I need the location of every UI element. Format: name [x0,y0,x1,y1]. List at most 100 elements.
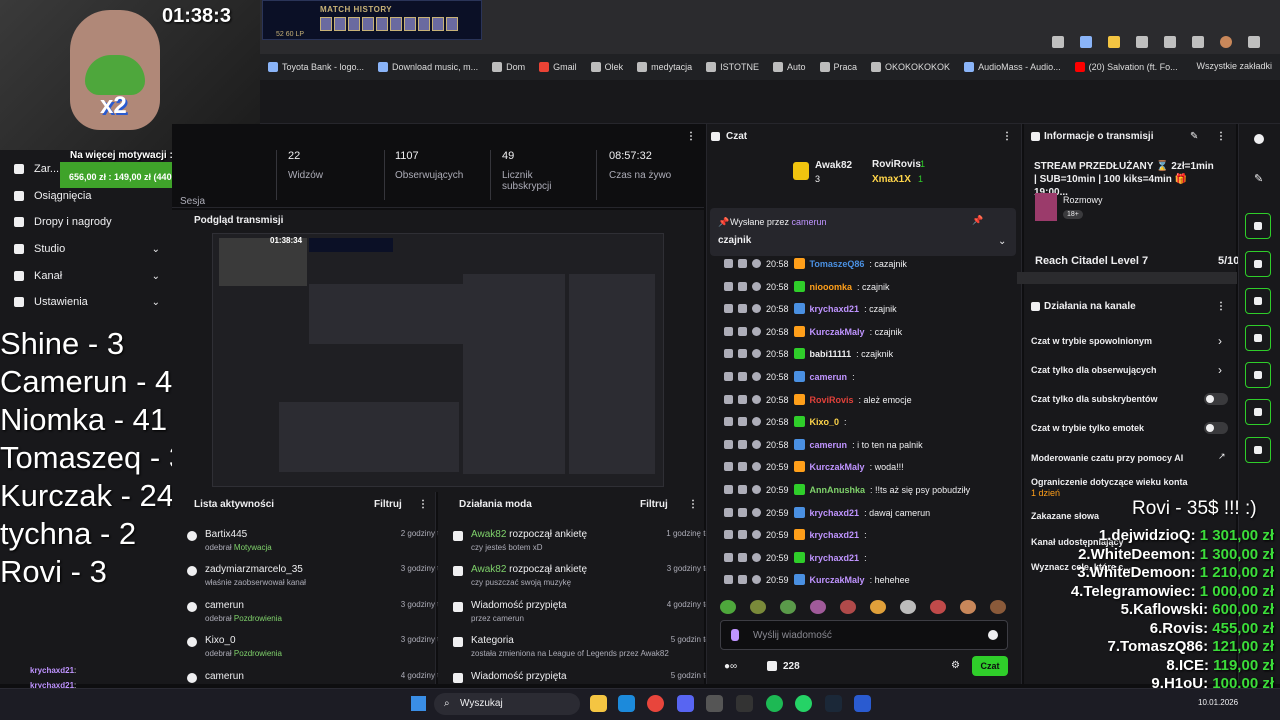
chat-username[interactable]: Kixo_0 [810,417,840,427]
emote-icon[interactable] [840,600,856,614]
app-icon[interactable] [706,695,723,712]
chat-username[interactable]: krychaxd21 [810,553,860,563]
quick-action-raid[interactable] [1245,251,1271,277]
bookmark[interactable]: (20) Salvation (ft. Fo... [1074,62,1178,72]
chat-message[interactable]: 20:58 niooomka: czajnik [724,281,890,292]
ban-icon[interactable] [752,575,761,584]
delete-message-icon[interactable] [724,327,733,336]
discord-icon[interactable] [677,695,694,712]
ban-icon[interactable] [752,462,761,471]
taskbar-search[interactable] [434,693,580,715]
timeout-icon[interactable] [738,575,747,584]
emote-icon[interactable] [870,600,886,614]
chat-username[interactable]: KurczakMaly [810,327,865,337]
ban-icon[interactable] [752,282,761,291]
ban-icon[interactable] [752,530,761,539]
ban-icon[interactable] [752,372,761,381]
sidebar-item-drops[interactable]: Dropy i nagrody [14,216,160,228]
emote-icon[interactable] [720,600,736,614]
activity-item[interactable]: camerun 4 godziny temu [187,671,455,683]
ban-icon[interactable] [752,485,761,494]
quick-action-tools[interactable] [1245,437,1271,463]
chat-message[interactable]: 20:58 TomaszeQ86: cazajnik [724,258,907,269]
stream-category[interactable]: Rozmowy [1063,195,1103,205]
chat-username[interactable]: KurczakMaly [810,575,865,585]
ban-icon[interactable] [752,395,761,404]
sidebar-item-studio[interactable]: Studio ⌄ [14,243,160,255]
chat-username[interactable]: RoviRovis [810,395,854,405]
stats-menu-icon[interactable]: ⋮ [686,131,696,142]
app-icon[interactable] [854,695,871,712]
playlist-icon[interactable] [1164,36,1176,48]
chat-username[interactable]: krychaxd21 [810,304,860,314]
chat-username[interactable]: KurczakMaly [810,462,865,472]
ai-moderation-setting[interactable]: Moderowanie czatu przy pomocy AI [1031,453,1183,463]
delete-message-icon[interactable] [724,349,733,358]
chat-username[interactable]: camerun [810,440,848,450]
channel-points[interactable]: 228 [783,661,800,672]
eye-off-icon[interactable] [1052,36,1064,48]
chat-username[interactable]: niooomka [810,282,853,292]
bookmark[interactable]: Toyota Bank - logo... [268,62,364,72]
chat-menu-icon[interactable]: ⋮ [1002,131,1012,142]
delete-message-icon[interactable] [724,553,733,562]
bookmark[interactable]: Gmail [539,62,577,72]
delete-message-icon[interactable] [724,575,733,584]
quick-action-chat[interactable] [1245,325,1271,351]
emote-icon[interactable] [810,600,826,614]
delete-message-icon[interactable] [724,508,733,517]
bookmark-folder[interactable]: ISTOTNE [706,62,759,72]
activity-menu-icon[interactable]: ⋮ [418,499,428,510]
chat-message[interactable]: 20:58 babi11111: czajknik [724,348,893,359]
chat-message[interactable]: 20:59 KurczakMaly: woda!!! [724,461,904,472]
timeout-icon[interactable] [738,462,747,471]
chrome-icon[interactable] [647,695,664,712]
obs-icon[interactable] [736,695,753,712]
chat-settings-icon[interactable]: ●∞ [724,661,737,672]
emote-icon[interactable] [900,600,916,614]
steam-icon[interactable] [825,695,842,712]
bookmark[interactable]: Download music, m... [378,62,478,72]
timeout-icon[interactable] [738,508,747,517]
timeout-icon[interactable] [738,372,747,381]
delete-message-icon[interactable] [724,282,733,291]
subs-only-toggle[interactable] [1204,393,1228,405]
bookmark-folder[interactable]: OKOKOKOKOK [871,62,950,72]
pinned-message[interactable] [710,208,1016,256]
chevron-right-icon[interactable]: › [1218,363,1222,377]
activity-item[interactable]: zadymiarzmarcelo_35 właśnie zaobserwował… [187,564,455,587]
account-age-setting[interactable]: Ograniczenie dotyczące wieku konta [1031,477,1188,487]
quick-action-broadcast[interactable] [1245,362,1271,388]
chat-username[interactable]: krychaxd21 [810,530,860,540]
followers-only-setting[interactable]: Czat tylko dla obserwujących [1031,365,1157,375]
quick-action-ad[interactable] [1245,399,1271,425]
banned-words-setting[interactable]: Zakazane słowa [1031,511,1099,521]
chevron-right-icon[interactable]: › [1218,334,1222,348]
emote-icon[interactable] [960,600,976,614]
bookmark-folder[interactable]: Auto [773,62,806,72]
sidebar-item-channel[interactable]: Kanał ⌄ [14,270,160,282]
all-bookmarks-link[interactable]: Wszystkie zakładki [1196,61,1272,71]
ban-icon[interactable] [752,440,761,449]
activity-item[interactable]: Bartix445 odebrał Motywacja 2 godziny te… [187,529,455,552]
ban-icon[interactable] [752,349,761,358]
info-menu-icon[interactable]: ⋮ [1216,131,1226,142]
mod-action-item[interactable]: Awak82 rozpoczął ankietę czy jesteś bote… [453,529,721,552]
chat-username[interactable]: AnnAnushka [810,485,866,495]
emote-picker-icon[interactable] [988,630,998,640]
chat-message[interactable]: 20:58 krychaxd21: czajnik [724,303,897,314]
info-circle-icon[interactable] [1254,134,1264,144]
bookmark-folder[interactable]: Olek [590,62,623,72]
bookmark-folder[interactable]: Praca [819,62,857,72]
mod-filter-button[interactable]: Filtruj [640,499,668,510]
delete-message-icon[interactable] [724,440,733,449]
activity-item[interactable]: camerun odebrał Pozdrowienia 3 godziny t… [187,600,455,623]
delete-message-icon[interactable] [724,304,733,313]
puzzle-icon[interactable] [1136,36,1148,48]
actions-menu-icon[interactable]: ⋮ [1216,301,1226,312]
timeout-icon[interactable] [738,282,747,291]
external-link-icon[interactable]: ↗ [1218,451,1226,462]
chat-message[interactable]: 20:58 Kixo_0: [724,416,847,427]
chat-message[interactable]: 20:58 RoviRovis: ależ emocje [724,394,912,405]
top-chatter-3[interactable]: Xmax1X [872,174,911,185]
